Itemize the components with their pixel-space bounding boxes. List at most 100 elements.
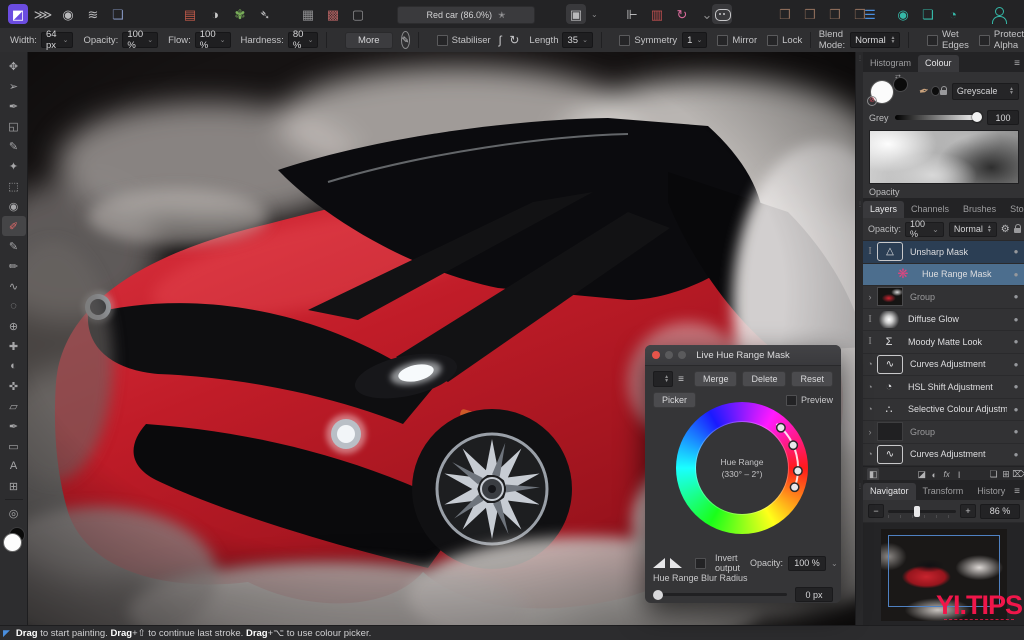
ramp-up-icon[interactable] xyxy=(653,558,665,568)
tool-colour-well[interactable] xyxy=(2,527,26,553)
foreground-colour-swatch[interactable] xyxy=(3,533,22,552)
layer-gutter-icon[interactable]: › xyxy=(863,427,877,437)
layer-row[interactable]: ◔∴Selective Colour Adjustment● xyxy=(863,399,1024,422)
zoom-in-button[interactable]: + xyxy=(960,504,976,518)
auto-contrast-icon[interactable]: ◑ xyxy=(205,4,225,24)
diffuse-glow-icon[interactable] xyxy=(877,311,901,328)
layer-visibility-toggle[interactable]: ● xyxy=(1007,450,1024,459)
layer-row[interactable]: IDiffuse Glow● xyxy=(863,309,1024,332)
rotation-snapping-icon[interactable]: ↻ xyxy=(672,4,692,24)
ramp-down-icon[interactable] xyxy=(670,558,682,568)
healing-brush-tool-icon[interactable]: ✚ xyxy=(2,336,26,356)
preset-menu-icon[interactable]: ≡ xyxy=(678,374,684,385)
window-stabiliser-icon[interactable]: ↻ xyxy=(509,33,519,47)
layer-row[interactable]: ◔◔HSL Shift Adjustment● xyxy=(863,376,1024,399)
background-colour-swatch[interactable] xyxy=(893,77,908,92)
navigator-tab-navigator[interactable]: Navigator xyxy=(863,483,916,500)
clone-stamp-tool-icon[interactable]: ⊕ xyxy=(2,316,26,336)
eyedropper-icon[interactable]: ✒ xyxy=(917,83,930,99)
symmetry-count-select[interactable]: 1⌄ xyxy=(682,32,707,48)
pixel-tool-icon[interactable]: ✏ xyxy=(2,256,26,276)
selection-mode-icon[interactable]: ▦ xyxy=(298,4,318,24)
auto-colour-icon[interactable]: ✾ xyxy=(230,4,250,24)
reset-button[interactable]: Reset xyxy=(791,371,833,387)
colour-picker-tool-icon[interactable]: ✒ xyxy=(2,96,26,116)
chevron-down-icon[interactable]: ⌄ xyxy=(591,10,598,19)
mesh-warp-tool-icon[interactable]: ⊞ xyxy=(2,476,26,496)
lock-checkbox[interactable] xyxy=(767,35,778,46)
picked-colour-swatch[interactable] xyxy=(931,86,940,96)
fx-icon[interactable]: fx xyxy=(940,470,952,479)
blend-mode-select[interactable]: Normal▲▼ xyxy=(850,32,900,48)
colour-well[interactable]: ⇄ ⊘ xyxy=(867,76,919,106)
unsharp-mask-icon[interactable]: △ xyxy=(877,242,903,261)
navigator-viewport-rect[interactable] xyxy=(888,535,1000,607)
layer-visibility-toggle[interactable]: ● xyxy=(1007,315,1024,324)
selection-pattern-icon[interactable]: ▩ xyxy=(323,4,343,24)
colour-profile-dropdown[interactable]: ▣ xyxy=(566,4,586,24)
tone-mapping-persona-icon[interactable]: ≋ xyxy=(83,4,103,24)
marquee-tool-icon[interactable]: ⬚ xyxy=(2,176,26,196)
more-button[interactable]: More xyxy=(345,32,393,49)
zoom-slider[interactable] xyxy=(888,510,956,513)
chevron-down-icon[interactable]: ⌄ xyxy=(831,559,838,568)
layer-row[interactable]: I△Unsharp Mask● xyxy=(863,241,1024,264)
smudge-tool-icon[interactable]: ∿ xyxy=(2,276,26,296)
selection-outline-icon[interactable]: ▢ xyxy=(348,4,368,24)
wet-edges-checkbox[interactable] xyxy=(927,35,938,46)
hue-range-mask-icon[interactable]: ❋ xyxy=(891,266,915,283)
selection-brush-tool-icon[interactable]: ✎ xyxy=(2,136,26,156)
gear-icon[interactable]: ⚙ xyxy=(1001,224,1010,235)
colour-model-select[interactable]: Greyscale▲▼ xyxy=(952,83,1019,100)
flood-select-tool-icon[interactable]: ✦ xyxy=(2,156,26,176)
account-icon[interactable] xyxy=(988,4,1008,24)
group-layers-icon[interactable]: ❏ xyxy=(987,469,999,480)
layers-tab-stock[interactable]: Stock xyxy=(1003,201,1024,218)
move-forward-icon[interactable]: ❒ xyxy=(800,4,820,24)
stabiliser-checkbox[interactable] xyxy=(437,35,448,46)
curves-icon[interactable]: ∿ xyxy=(877,355,903,374)
length-select[interactable]: 35⌄ xyxy=(562,32,592,48)
layer-visibility-toggle[interactable]: ● xyxy=(1007,337,1024,346)
live-filter-icon[interactable]: I xyxy=(953,470,965,480)
layer-visibility-toggle[interactable]: ● xyxy=(1007,292,1024,301)
adjustment-layer-icon[interactable]: ◐ xyxy=(928,470,940,480)
move-by-whole-pixels-icon[interactable]: ⊩ xyxy=(622,4,642,24)
delete-button[interactable]: Delete xyxy=(742,371,786,387)
blur-radius-value[interactable]: 0 px xyxy=(795,587,833,602)
lock-icon[interactable] xyxy=(940,86,947,96)
move-to-front-icon[interactable]: ❒ xyxy=(775,4,795,24)
navigator-thumbnail[interactable] xyxy=(881,529,1007,621)
mirror-checkbox[interactable] xyxy=(717,35,728,46)
develop-persona-icon[interactable]: ◉ xyxy=(58,4,78,24)
layers-tab-brushes[interactable]: Brushes xyxy=(956,201,1003,218)
force-pixel-alignment-icon[interactable]: ▥ xyxy=(647,4,667,24)
layer-gutter-icon[interactable]: › xyxy=(863,292,877,302)
greyscale-picker-box[interactable] xyxy=(869,130,1019,184)
group-dark-thumbnail[interactable] xyxy=(877,422,903,441)
sigma-icon[interactable]: Σ xyxy=(877,333,901,350)
zoom-out-button[interactable]: − xyxy=(868,504,884,518)
width-select[interactable]: 64 px⌄ xyxy=(41,32,74,48)
alignment-icon[interactable]: ☰ xyxy=(860,4,880,24)
invert-output-checkbox[interactable] xyxy=(695,558,706,569)
pen-tool-icon[interactable]: ✒ xyxy=(2,416,26,436)
layers-tab-layers[interactable]: Layers xyxy=(863,201,904,218)
flow-select[interactable]: 100 %⌄ xyxy=(195,32,231,48)
move-backward-icon[interactable]: ❒ xyxy=(825,4,845,24)
layer-row[interactable]: ›Group● xyxy=(863,286,1024,309)
preset-select[interactable]: ▲▼ xyxy=(653,371,673,387)
brush-settings-icon[interactable]: ✎ xyxy=(401,31,411,49)
hue-wheel[interactable]: Hue Range (330° – 2°) xyxy=(676,402,808,534)
geometry-divide-icon[interactable]: ◔ xyxy=(943,4,963,24)
delete-layer-icon[interactable]: ⌦ xyxy=(1012,469,1024,480)
zoom-tool-icon[interactable]: ◎ xyxy=(2,503,26,523)
text-tool-icon[interactable]: A xyxy=(2,456,26,476)
panel-menu-icon[interactable]: ≡ xyxy=(1014,58,1020,72)
layer-row[interactable]: ❋Hue Range Mask● xyxy=(863,264,1024,287)
symmetry-checkbox[interactable] xyxy=(619,35,630,46)
layer-row[interactable]: IΣMoody Matte Look● xyxy=(863,331,1024,354)
layer-options-icon[interactable]: ⊞ xyxy=(1000,469,1012,480)
colour-tab-colour[interactable]: Colour xyxy=(918,55,959,72)
colour-tab-histogram[interactable]: Histogram xyxy=(863,55,918,72)
